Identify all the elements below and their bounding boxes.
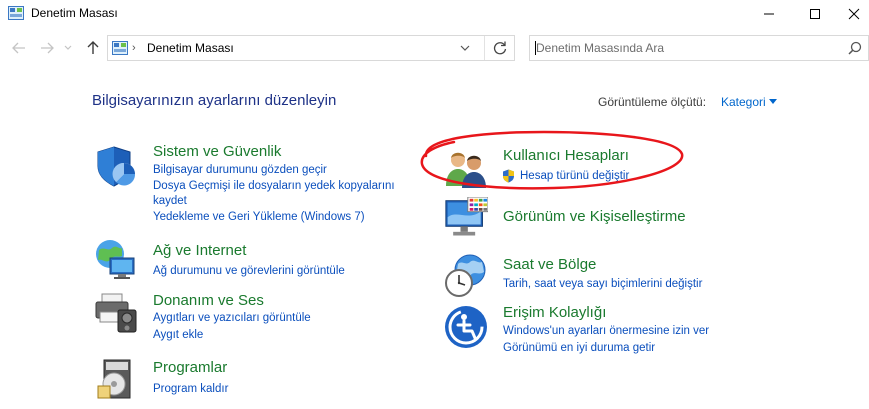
category-title[interactable]: Ağ ve Internet [153,242,246,259]
title-bar: Denetim Masası [0,0,869,28]
arrow-right-icon [41,42,54,54]
uac-shield-icon [503,169,514,183]
category-link[interactable]: kaydet [153,195,187,207]
category-title[interactable]: Saat ve Bölge [503,256,596,273]
control-panel-icon [112,41,128,55]
minimize-button[interactable] [746,0,792,28]
clock-globe-icon[interactable] [444,254,488,298]
search-icon[interactable] [848,41,862,55]
back-button[interactable] [10,40,28,56]
dropdown-arrow-icon[interactable] [769,99,777,104]
category-title[interactable]: Görünüm ve Kişiselleştirme [503,208,686,225]
search-box[interactable] [529,35,869,61]
page-title: Bilgisayarınızın ayarlarını düzenleyin [92,92,337,109]
category-link[interactable]: Bilgisayar durumunu gözden geçir [153,164,327,176]
category-title[interactable]: Donanım ve Ses [153,292,264,309]
category-link[interactable]: Ağ durumunu ve görevlerini görüntüle [153,265,345,277]
category-title[interactable]: Programlar [153,359,227,376]
maximize-icon [810,9,820,19]
recent-locations-button[interactable] [62,40,74,56]
up-button[interactable] [84,40,102,56]
divider [484,36,485,60]
monitor-palette-icon[interactable] [444,197,488,241]
chevron-down-icon [460,45,470,51]
search-input[interactable] [536,40,836,56]
printer-speaker-icon[interactable] [94,290,138,334]
shield-icon[interactable] [94,144,138,188]
address-bar[interactable]: › Denetim Masası [107,35,515,61]
category-link[interactable]: Tarih, saat veya sayı biçimlerini değişt… [503,278,702,290]
category-link[interactable]: Aygıt ekle [153,329,203,341]
arrow-up-icon [87,41,99,54]
close-icon [848,8,859,20]
refresh-icon[interactable] [492,40,508,56]
category-link[interactable]: Yedekleme ve Geri Yükleme (Windows 7) [153,211,365,223]
address-dropdown-button[interactable] [458,42,472,54]
category-link[interactable]: Dosya Geçmişi ile dosyaların yedek kopya… [153,180,395,192]
users-icon[interactable] [444,146,488,190]
forward-button[interactable] [38,40,56,56]
programs-disc-icon[interactable] [94,356,138,400]
category-link[interactable]: Görünümü en iyi duruma getir [503,342,655,354]
control-panel-icon [8,6,24,20]
category-title[interactable]: Kullanıcı Hesapları [503,147,629,164]
view-by-label: Görüntüleme ölçütü: [598,95,707,109]
maximize-button[interactable] [792,0,838,28]
close-button[interactable] [838,0,869,28]
category-link[interactable]: Windows'un ayarları önermesine izin ver [503,325,709,337]
navigation-bar: › Denetim Masası [0,32,869,64]
breadcrumb-item[interactable]: Denetim Masası [147,41,234,55]
window-title: Denetim Masası [31,6,118,20]
breadcrumb-chevron-icon[interactable]: › [132,42,136,54]
category-link[interactable]: Program kaldır [153,383,228,395]
category-link[interactable]: Hesap türünü değiştir [520,170,629,182]
category-title[interactable]: Sistem ve Güvenlik [153,143,281,160]
network-globe-icon[interactable] [94,238,138,282]
view-by-dropdown[interactable]: Kategori [721,95,766,109]
chevron-down-icon [64,45,72,50]
minimize-icon [764,13,774,15]
category-link[interactable]: Aygıtları ve yazıcıları görüntüle [153,312,311,324]
category-title[interactable]: Erişim Kolaylığı [503,304,606,321]
arrow-left-icon [12,42,25,54]
accessibility-icon[interactable] [444,305,488,349]
